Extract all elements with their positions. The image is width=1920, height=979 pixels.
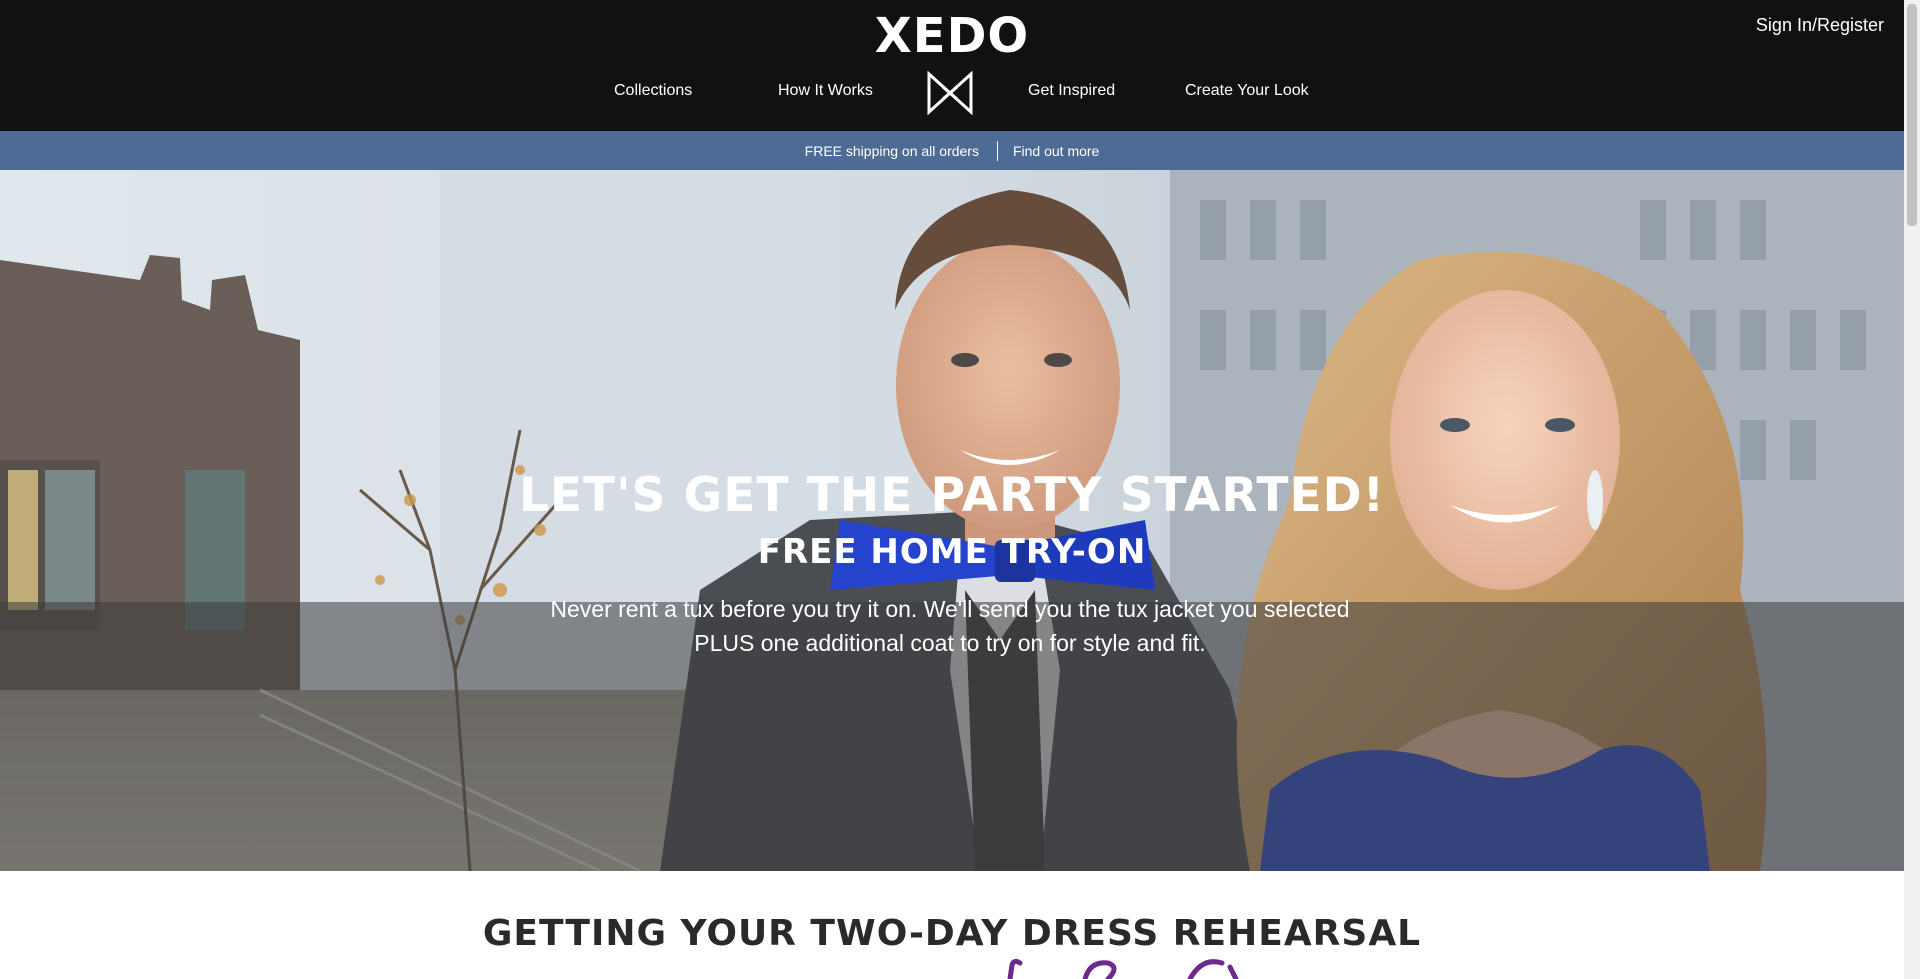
hero-title: LET'S GET THE PARTY STARTED! <box>518 468 1386 523</box>
sign-in-register-link[interactable]: Sign In/Register <box>1756 15 1884 36</box>
nav-get-inspired[interactable]: Get Inspired <box>1028 82 1115 100</box>
script-decoration <box>1007 958 1239 979</box>
hero-subtitle: FREE HOME TRY-ON <box>757 532 1147 572</box>
shipping-text: FREE shipping on all orders <box>804 142 979 159</box>
nav-create-your-look[interactable]: Create Your Look <box>1185 82 1309 100</box>
page-scrollbar[interactable] <box>1904 0 1920 979</box>
bowtie-logo-icon[interactable] <box>926 71 974 115</box>
section-heading: GETTING YOUR TWO-DAY DRESS REHEARSAL <box>482 913 1422 954</box>
hero-description: Never rent a tux before you try it on. W… <box>550 596 1350 656</box>
site-logo[interactable]: XEDO <box>0 8 1904 64</box>
nav-collections[interactable]: Collections <box>614 82 692 100</box>
find-out-more-link[interactable]: Find out more <box>998 143 1099 159</box>
scrollbar-thumb[interactable] <box>1907 4 1917 226</box>
nav-how-it-works[interactable]: How It Works <box>778 82 873 100</box>
page: XEDO Sign In/Register Collections How It… <box>0 0 1904 979</box>
site-header: XEDO Sign In/Register Collections How It… <box>0 0 1904 131</box>
shipping-banner: FREE shipping on all orders Find out mor… <box>0 131 1904 170</box>
